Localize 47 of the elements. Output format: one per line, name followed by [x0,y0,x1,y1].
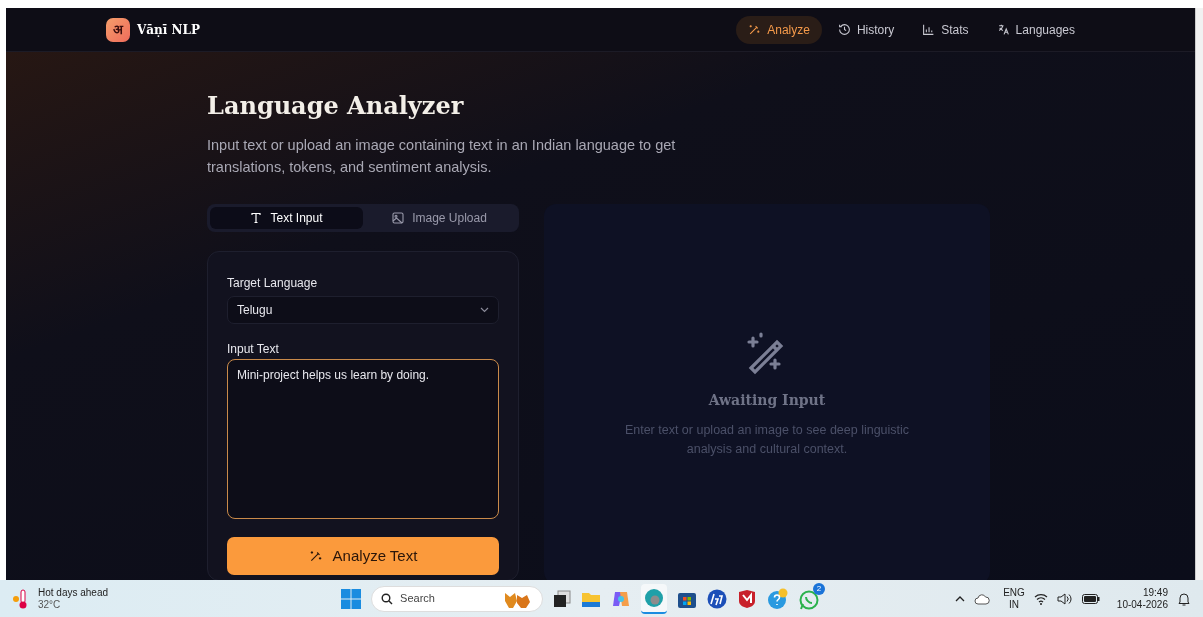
wifi-icon[interactable] [1033,592,1048,605]
field-label: Input Text [227,341,280,358]
input-language[interactable]: ENG [1003,586,1025,599]
field-label: Target Language [227,275,319,292]
thermometer-icon [12,587,28,610]
nav-link[interactable]: History [825,15,907,44]
nav-link[interactable]: Stats [910,15,981,44]
chevron-down-icon [480,307,489,313]
nav-link[interactable]: Languages [984,15,1087,44]
volume-icon[interactable] [1056,592,1073,605]
translate-icon [996,23,1010,36]
scrollbar[interactable] [1195,8,1203,580]
clock-date[interactable]: 10-04-2026 [1116,598,1168,611]
text-icon [250,212,263,224]
result-message: Enter text or upload an image to see deep linguistic analysis and cultural context. [623,422,911,458]
search-icon [381,592,394,605]
mode-tab[interactable]: Text Input [210,207,363,229]
result-title: Awaiting Input [708,391,826,410]
analyze-button[interactable]: Analyze Text [227,537,499,575]
help-icon[interactable] [767,587,790,610]
input-text-area[interactable]: Mini-project helps us learn by doing. [227,359,499,519]
shield-icon[interactable] [737,588,758,609]
page-description: Input text or upload an image containing text in an Indian language to get translations, tokens, and sentiment analysis. [207,136,677,177]
weather-title[interactable]: Hot days ahead [38,586,109,599]
taskbar-search-field[interactable]: Search [371,585,544,612]
notification-badge: 2 [813,582,826,595]
magic-wand-icon [308,549,323,563]
input-region[interactable]: IN [1009,598,1019,611]
nav-link[interactable]: Analyze [736,15,822,44]
task-view-icon[interactable] [553,589,572,608]
mode-tab[interactable]: Image Upload [363,207,516,229]
image-icon [392,212,405,224]
logo-badge: अ [106,17,130,42]
chevron-up-icon[interactable] [955,595,966,602]
cloud-icon[interactable] [974,592,991,605]
history-icon [837,23,851,36]
language-select[interactable]: Telugu [227,296,499,324]
start-icon[interactable] [341,588,362,609]
clock-time[interactable]: 19:49 [1142,586,1168,599]
brand-name: Vāṇī NLP [137,21,200,39]
battery-icon[interactable] [1081,593,1100,604]
browser-icon[interactable] [641,583,668,614]
bar-chart-icon [922,23,936,36]
magic-wand-icon [748,23,762,36]
weather-temperature[interactable]: 32°C [38,598,109,611]
notification-bell-icon[interactable] [1177,591,1191,606]
page-heading: Language Analyzer [207,90,465,122]
